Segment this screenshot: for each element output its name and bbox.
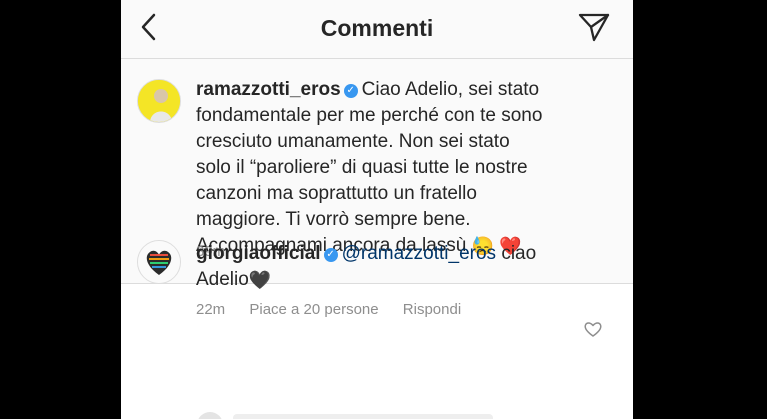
reply-meta: 22m Piace a 20 persone Rispondi xyxy=(196,301,481,318)
caption-line: Ciao Adelio, sei stato xyxy=(361,79,540,100)
caption-text: ramazzotti_eros ✓ Ciao Adelio, sei stato f… xyxy=(196,77,616,259)
mention-link[interactable]: @ramazzotti_eros xyxy=(342,243,496,264)
heart-outline-icon[interactable] xyxy=(583,319,603,339)
avatar[interactable] xyxy=(137,240,181,284)
black-heart-emoji-icon: 🖤 xyxy=(248,270,272,290)
header-bar: Commenti xyxy=(121,0,633,59)
caption-line: fondamentale per me perché con te sono xyxy=(196,105,543,126)
caption-line: canzoni ma soprattutto un fratello xyxy=(196,183,477,204)
reply-timestamp: 22m xyxy=(196,301,226,318)
reply-comment-text: giorgiaofficial ✓ @ramazzotti_eros ciao Ad… xyxy=(196,241,576,293)
comments-screen: Commenti ramazzotti_eros ✓ Ciao Adelio, se… xyxy=(121,0,633,419)
reply-line: Adelio xyxy=(196,269,249,290)
next-comment-placeholder xyxy=(233,414,493,419)
caption-line: cresciuto umanamente. Non sei stato xyxy=(196,131,510,152)
reply-username[interactable]: giorgiaofficial xyxy=(196,243,321,264)
avatar xyxy=(197,412,223,419)
likes-count-link[interactable]: Piace a 20 persone xyxy=(249,301,378,318)
caption-line: solo il “paroliere” di quasi tutte le no… xyxy=(196,157,528,178)
verified-badge-icon: ✓ xyxy=(323,248,338,262)
caption-line: maggiore. Ti vorrò sempre bene. xyxy=(196,209,471,230)
paper-plane-icon[interactable] xyxy=(577,11,611,43)
verified-badge-icon: ✓ xyxy=(343,84,358,98)
avatar[interactable] xyxy=(137,79,181,123)
reply-line: ciao xyxy=(501,243,537,264)
caption-username[interactable]: ramazzotti_eros xyxy=(196,79,341,100)
reply-button[interactable]: Rispondi xyxy=(403,301,461,318)
page-title: Commenti xyxy=(320,15,434,41)
